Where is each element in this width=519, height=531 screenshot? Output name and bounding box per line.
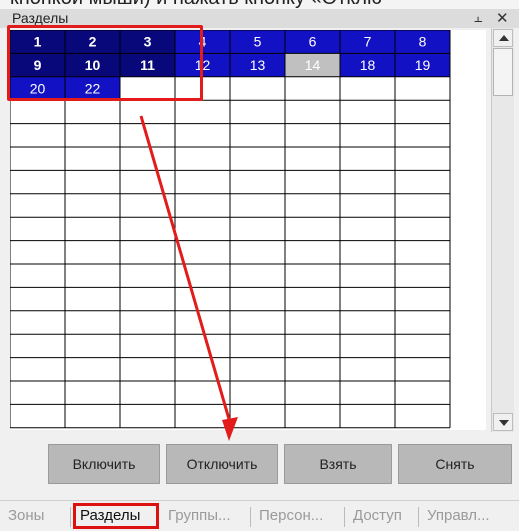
tab-separator [70,507,71,527]
selection-annotation-box [7,25,203,101]
tab-separator [250,507,251,527]
take-button[interactable]: Взять [284,444,392,484]
tab-control[interactable]: Управл... [427,507,490,524]
tab-access[interactable]: Доступ [353,507,402,524]
instruction-text-fragment: кнопкой мыши) и нажать кнопку «Отклю [0,0,519,9]
partition-label-7: 7 [364,34,372,50]
partition-label-19: 19 [415,57,431,73]
active-tab-highlight [73,503,159,529]
partition-label-8: 8 [419,34,427,50]
close-icon[interactable]: ✕ [496,9,509,27]
partition-label-6: 6 [309,34,317,50]
tab-zones[interactable]: Зоны [8,507,44,524]
tab-groups[interactable]: Группы... [168,507,230,524]
partition-label-18: 18 [360,57,376,73]
partition-label-14: 14 [305,57,321,73]
pin-icon[interactable]: ⫠ [474,9,482,26]
partition-label-5: 5 [254,34,262,50]
bottom-tab-strip: Зоны Разделы Группы... Персон... Доступ … [0,500,519,531]
partition-label-13: 13 [250,57,266,73]
instruction-text: кнопкой мыши) и нажать кнопку «Отклю [10,0,382,9]
enable-button[interactable]: Включить [48,444,160,484]
tab-separator [344,507,345,527]
tab-personnel[interactable]: Персон... [259,507,323,524]
vertical-scrollbar[interactable] [491,28,514,432]
scroll-up-button[interactable] [493,29,513,47]
disable-button[interactable]: Отключить [166,444,278,484]
tab-separator [418,507,419,527]
scroll-thumb[interactable] [493,48,513,96]
remove-button[interactable]: Снять [398,444,512,484]
arrow-up-icon [499,35,509,41]
panel-title: Разделы [12,10,69,26]
arrow-down-icon [499,420,509,426]
scroll-down-button[interactable] [493,413,513,431]
